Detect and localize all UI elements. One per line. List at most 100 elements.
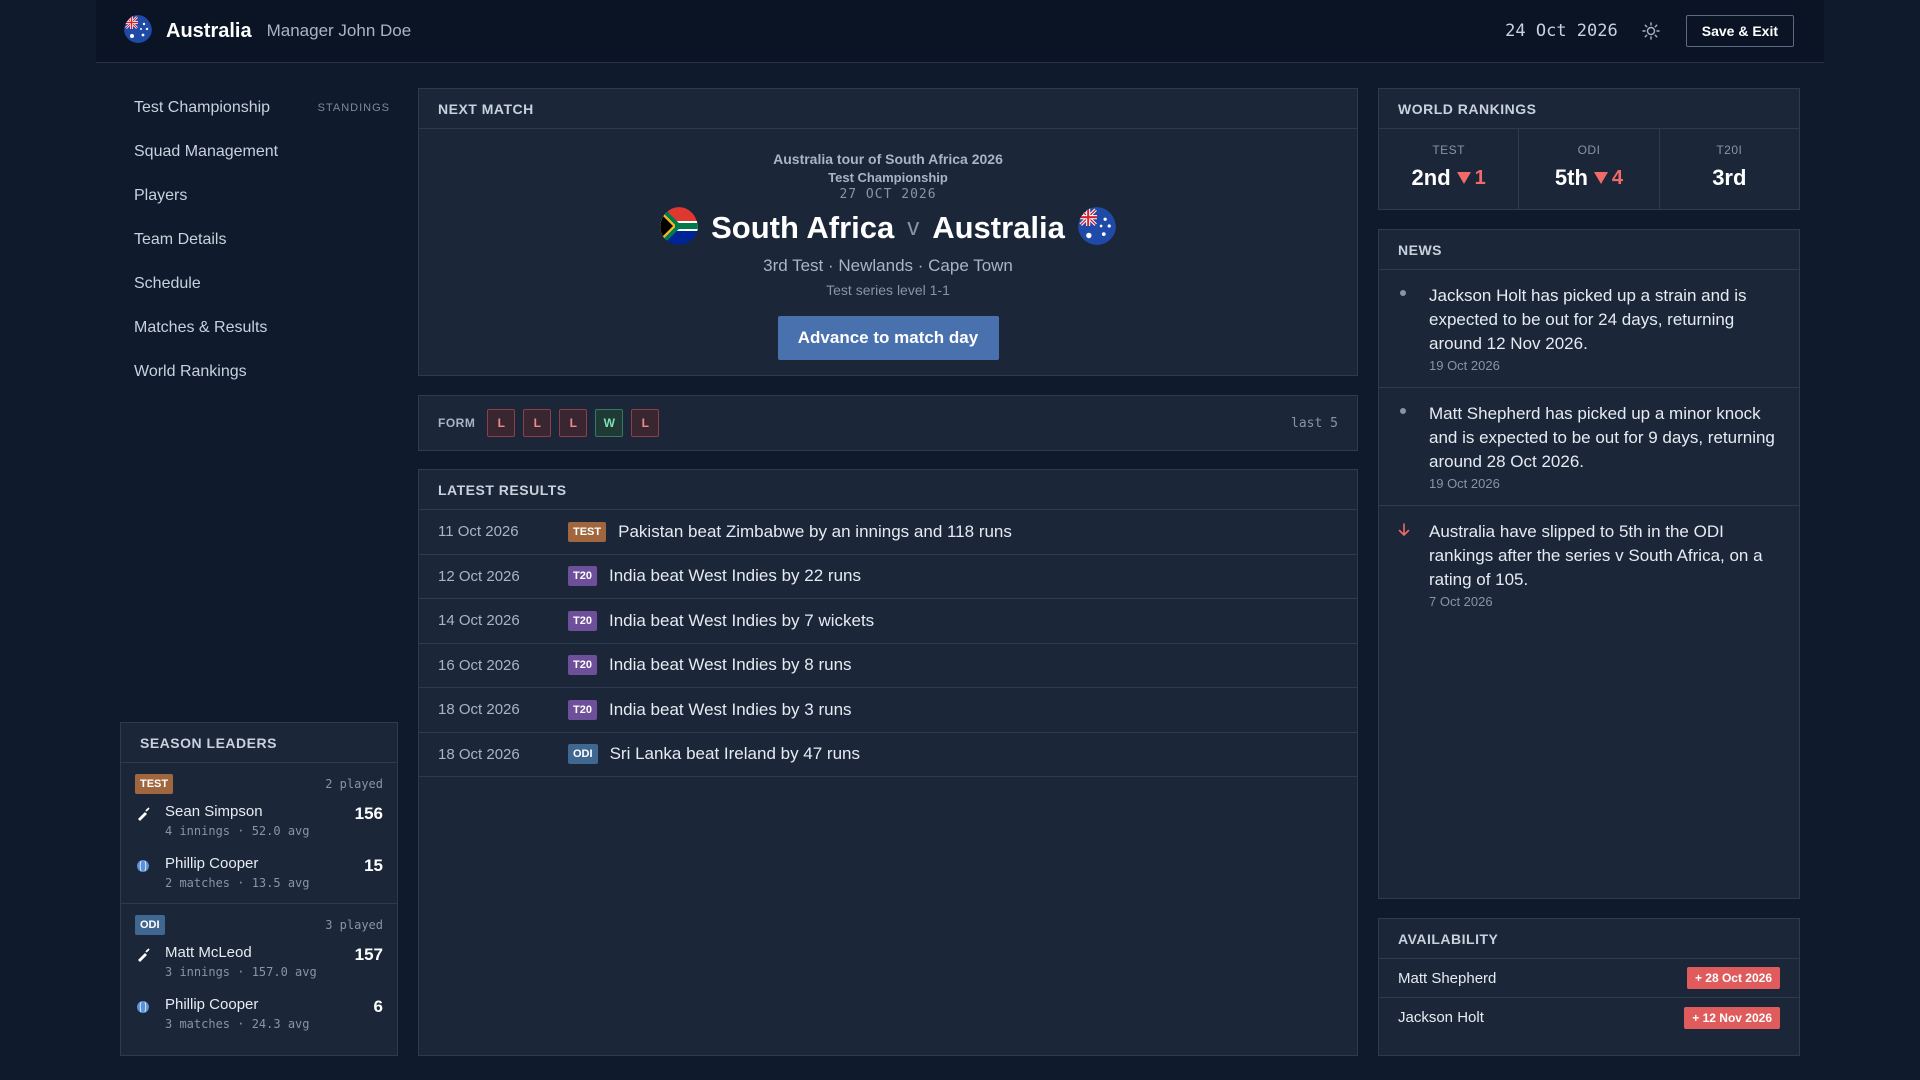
advance-to-match-day-button[interactable]: Advance to match day <box>777 316 999 360</box>
sidebar-item-squad-management[interactable]: Squad Management <box>120 130 390 174</box>
theme-toggle-sun-icon[interactable] <box>1642 22 1660 40</box>
top-bar: Australia Manager John Doe 24 Oct 2026 S… <box>96 0 1824 63</box>
panel-title: WORLD RANKINGS <box>1379 89 1799 129</box>
result-text: India beat West Indies by 8 runs <box>608 655 852 675</box>
form-result-badge: L <box>487 409 516 437</box>
panel-title: SEASON LEADERS <box>121 723 397 763</box>
ranking-change: 1 <box>1456 167 1486 190</box>
injury-return-badge: + 12 Nov 2026 <box>1684 1006 1780 1029</box>
sidebar-item-matches-results[interactable]: Matches & Results <box>120 306 390 350</box>
result-date: 11 Oct 2026 <box>438 523 519 541</box>
result-date: 14 Oct 2026 <box>438 612 520 630</box>
player-name: Jackson Holt <box>1398 1009 1484 1026</box>
result-row[interactable]: 18 Oct 2026 T20 India beat West Indies b… <box>419 688 1357 733</box>
down-triangle-icon <box>1593 172 1608 184</box>
sidebar-item-test-championship[interactable]: Test Championship STANDINGS <box>120 86 390 130</box>
world-rankings-panel: WORLD RANKINGS TEST 2nd 1 ODI 5th 4 T20I… <box>1378 88 1800 210</box>
ranking-format: ODI <box>1577 143 1601 157</box>
ranking-change-value: 4 <box>1611 166 1624 189</box>
standings-link[interactable]: STANDINGS <box>318 102 390 114</box>
matches-played: 2 played <box>325 777 383 791</box>
player-total: 6 <box>373 997 383 1016</box>
ranking-change: 4 <box>1593 166 1624 190</box>
player-stats: 2 matches · 13.5 avg <box>165 876 310 890</box>
form-result-badge: L <box>631 409 660 437</box>
match-teams: South Africa v Australia <box>419 206 1357 250</box>
leader-row[interactable]: Phillip Cooper 3 matches · 24.3 avg 6 <box>135 992 383 1044</box>
news-item[interactable]: Matt Shepherd has picked up a minor knoc… <box>1379 388 1799 506</box>
dot-icon <box>1400 290 1406 296</box>
result-row[interactable]: 11 Oct 2026 TEST Pakistan beat Zimbabwe … <box>419 510 1357 555</box>
news-text: Australia have slipped to 5th in the ODI… <box>1429 522 1763 589</box>
player-total: 157 <box>354 945 383 964</box>
format-badge: ODI <box>135 915 165 935</box>
leaders-section-test: TEST 2 played Sean Simpson 4 innings · 5… <box>121 763 397 904</box>
leader-row[interactable]: Matt McLeod 3 innings · 157.0 avg 157 <box>135 940 383 992</box>
team-name: Australia <box>166 19 252 42</box>
sidebar-item-label: World Rankings <box>134 363 247 380</box>
versus-label: v <box>907 214 920 241</box>
result-text: India beat West Indies by 7 wickets <box>608 610 875 630</box>
sidebar-nav: Test Championship STANDINGS Squad Manage… <box>120 86 390 394</box>
availability-row[interactable]: Jackson Holt + 12 Nov 2026 <box>1379 998 1799 1037</box>
australia-flag-icon <box>1077 206 1116 250</box>
sidebar-item-label: Players <box>134 187 188 204</box>
form-result-badge: L <box>523 409 552 437</box>
player-name: Matt McLeod <box>165 944 252 961</box>
player-total: 15 <box>364 856 383 875</box>
result-row[interactable]: 14 Oct 2026 T20 India beat West Indies b… <box>419 599 1357 644</box>
result-text: Sri Lanka beat Ireland by 47 runs <box>609 744 860 764</box>
series-status: Test series level 1-1 <box>826 282 950 298</box>
availability-panel: AVAILABILITY Matt Shepherd + 28 Oct 2026… <box>1378 918 1800 1056</box>
format-badge: ODI <box>568 744 598 765</box>
format-badge: T20 <box>568 610 597 631</box>
competition-name: Test Championship <box>828 170 948 185</box>
ball-icon <box>135 999 151 1015</box>
sidebar-item-label: Team Details <box>134 231 227 248</box>
current-date: 24 Oct 2026 <box>1505 21 1618 41</box>
match-date: 27 OCT 2026 <box>839 187 937 202</box>
leader-row[interactable]: Sean Simpson 4 innings · 52.0 avg 156 <box>135 799 383 851</box>
sidebar-item-world-rankings[interactable]: World Rankings <box>120 350 390 394</box>
format-badge: T20 <box>568 699 597 720</box>
ranking-format: TEST <box>1432 143 1465 157</box>
ranking-t20i[interactable]: T20I 3rd <box>1660 129 1799 209</box>
ranking-test[interactable]: TEST 2nd 1 <box>1379 129 1520 209</box>
player-stats: 4 innings · 52.0 avg <box>165 824 310 838</box>
form-panel: FORM L L L W L last 5 <box>418 395 1358 451</box>
home-team: South Africa <box>711 210 895 245</box>
sidebar-item-team-details[interactable]: Team Details <box>120 218 390 262</box>
result-row[interactable]: 18 Oct 2026 ODI Sri Lanka beat Ireland b… <box>419 733 1357 777</box>
news-item[interactable]: Jackson Holt has picked up a strain and … <box>1379 270 1799 388</box>
ranking-position: 2nd <box>1411 165 1451 190</box>
form-range-label: last 5 <box>1291 415 1338 431</box>
south-africa-flag-icon <box>660 206 699 250</box>
result-row[interactable]: 12 Oct 2026 T20 India beat West Indies b… <box>419 555 1357 599</box>
result-date: 18 Oct 2026 <box>438 701 520 719</box>
availability-row[interactable]: Matt Shepherd + 28 Oct 2026 <box>1379 959 1799 998</box>
manager-name: Manager John Doe <box>266 21 412 40</box>
sidebar-item-schedule[interactable]: Schedule <box>120 262 390 306</box>
panel-title: AVAILABILITY <box>1379 919 1799 959</box>
ranking-position: 5th <box>1554 165 1588 190</box>
leaders-section-odi: ODI 3 played Matt McLeod 3 innings · 157… <box>121 904 397 1044</box>
result-row[interactable]: 16 Oct 2026 T20 India beat West Indies b… <box>419 644 1357 688</box>
news-item[interactable]: Australia have slipped to 5th in the ODI… <box>1379 506 1799 623</box>
sidebar-item-label: Test Championship <box>134 99 271 116</box>
form-result-badge: W <box>595 409 624 437</box>
sidebar-item-players[interactable]: Players <box>120 174 390 218</box>
sidebar-item-label: Schedule <box>134 275 201 292</box>
news-date: 7 Oct 2026 <box>1429 594 1493 609</box>
news-text: Matt Shepherd has picked up a minor knoc… <box>1429 404 1775 471</box>
sidebar-item-label: Squad Management <box>134 143 279 160</box>
format-badge: TEST <box>135 774 174 794</box>
player-stats: 3 innings · 157.0 avg <box>165 965 317 979</box>
matches-played: 3 played <box>325 918 383 932</box>
format-badge: T20 <box>568 655 597 676</box>
result-date: 12 Oct 2026 <box>438 567 520 585</box>
player-stats: 3 matches · 24.3 avg <box>165 1017 310 1031</box>
news-text: Jackson Holt has picked up a strain and … <box>1429 286 1747 353</box>
save-exit-button[interactable]: Save & Exit <box>1685 15 1794 47</box>
ranking-odi[interactable]: ODI 5th 4 <box>1519 129 1660 209</box>
leader-row[interactable]: Phillip Cooper 2 matches · 13.5 avg 15 <box>135 851 383 903</box>
